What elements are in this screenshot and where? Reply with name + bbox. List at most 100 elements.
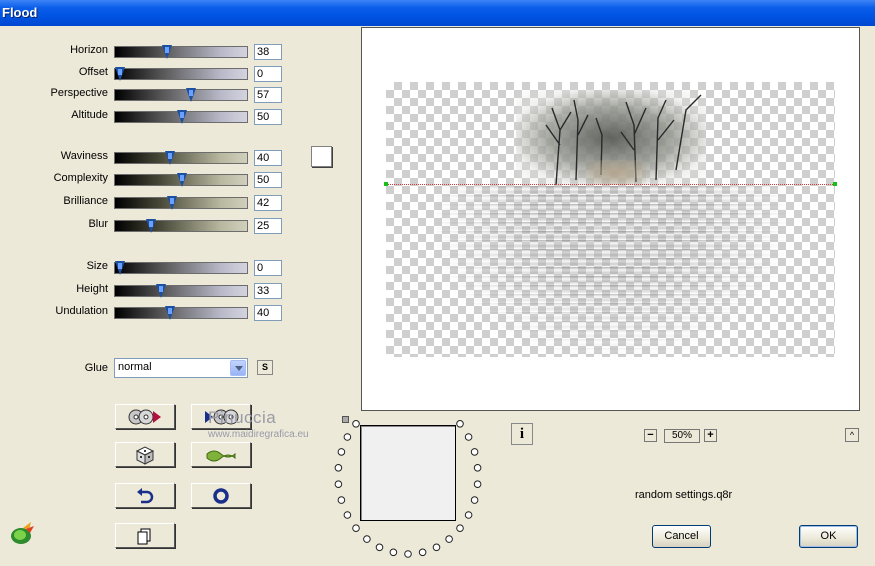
horizon-marker-right[interactable]	[833, 182, 837, 186]
disc-arrow-icon	[128, 409, 161, 424]
blur-value-input[interactable]: 25	[254, 218, 282, 234]
chevron-down-icon[interactable]	[230, 360, 246, 376]
complexity-label: Complexity	[53, 172, 108, 184]
size-slider-thumb[interactable]	[115, 261, 125, 275]
preset-dot[interactable]	[334, 480, 343, 489]
altitude-slider[interactable]	[114, 110, 248, 124]
complexity-value-input[interactable]: 50	[254, 172, 282, 188]
undulation-slider-thumb[interactable]	[165, 306, 175, 320]
complexity-slider-thumb[interactable]	[177, 173, 187, 187]
undulation-value-input[interactable]: 40	[254, 305, 282, 321]
altitude-slider-thumb[interactable]	[177, 110, 187, 124]
waviness-color-swatch[interactable]	[311, 146, 332, 167]
watermark-site: www.maidiregrafica.eu	[208, 429, 309, 440]
preset-dot[interactable]	[456, 420, 464, 428]
glue-select[interactable]: normal	[114, 358, 248, 378]
height-slider[interactable]	[114, 284, 248, 298]
perspective-value-input[interactable]: 57	[254, 87, 282, 103]
collapse-button[interactable]: ^	[845, 428, 859, 442]
blur-label: Blur	[88, 218, 108, 230]
preset-dot[interactable]	[432, 543, 441, 552]
preset-dot[interactable]	[343, 433, 352, 441]
brilliance-slider[interactable]	[114, 196, 248, 210]
size-label: Size	[86, 260, 108, 272]
preset-filename: random settings.q8r	[635, 489, 733, 501]
preset-dot[interactable]	[470, 496, 479, 504]
preset-dot[interactable]	[375, 543, 384, 552]
size-slider[interactable]	[114, 261, 248, 275]
water-reflection	[436, 186, 786, 356]
preset-dot[interactable]	[473, 464, 482, 472]
preset-dot[interactable]	[363, 535, 371, 543]
waviness-value-input[interactable]: 40	[254, 150, 282, 166]
horizon-label: Horizon	[70, 44, 108, 56]
ring-icon	[213, 487, 229, 504]
preset-dot[interactable]	[334, 464, 343, 472]
selector-handle[interactable]	[342, 416, 349, 423]
brilliance-slider-thumb[interactable]	[167, 196, 177, 210]
title-bar[interactable]: Flood	[0, 0, 875, 26]
wave-preset-button[interactable]	[191, 442, 251, 467]
preview-image	[384, 82, 837, 357]
preset-dot[interactable]	[337, 496, 346, 504]
horizon-slider[interactable]	[114, 45, 248, 59]
watermark-name: Pinuccia	[208, 408, 277, 427]
offset-label: Offset	[78, 66, 108, 78]
preset-dot[interactable]	[418, 548, 427, 557]
undulation-label: Undulation	[55, 305, 108, 317]
copy-button[interactable]	[115, 523, 175, 548]
copy-icon	[137, 528, 151, 544]
undulation-slider[interactable]	[114, 306, 248, 320]
offset-slider-thumb[interactable]	[115, 67, 125, 81]
randomize-button[interactable]	[115, 442, 175, 467]
height-slider-thumb[interactable]	[156, 284, 166, 298]
preset-preview-swatch[interactable]	[360, 425, 456, 521]
forest-road	[586, 160, 646, 185]
brilliance-value-input[interactable]: 42	[254, 195, 282, 211]
horizon-value-input[interactable]: 38	[254, 44, 282, 60]
preset-dot[interactable]	[343, 511, 352, 519]
cancel-button[interactable]: Cancel	[652, 525, 711, 548]
waviness-slider-thumb[interactable]	[165, 151, 175, 165]
offset-value-input[interactable]: 0	[254, 66, 282, 82]
blur-slider[interactable]	[114, 219, 248, 233]
preset-dot[interactable]	[389, 548, 398, 557]
zoom-in-button[interactable]: +	[704, 429, 717, 442]
preset-dot[interactable]	[352, 524, 360, 533]
preset-dot[interactable]	[464, 511, 473, 519]
perspective-label: Perspective	[50, 87, 108, 99]
load-preset-button[interactable]	[115, 404, 175, 429]
window-title: Flood	[2, 5, 38, 20]
perspective-slider[interactable]	[114, 88, 248, 102]
height-value-input[interactable]: 33	[254, 283, 282, 299]
glue-s-button[interactable]: S	[257, 360, 273, 375]
preset-dot[interactable]	[464, 433, 473, 441]
info-button[interactable]: i	[511, 423, 533, 445]
preset-dot[interactable]	[352, 420, 360, 428]
zoom-out-button[interactable]: −	[644, 429, 657, 442]
altitude-label: Altitude	[71, 109, 108, 121]
offset-slider[interactable]	[114, 67, 248, 81]
preset-dot[interactable]	[473, 480, 482, 489]
horizon-slider-thumb[interactable]	[162, 45, 172, 59]
ok-button[interactable]: OK	[799, 525, 858, 548]
preset-dot[interactable]	[470, 448, 479, 456]
forest-image	[516, 90, 706, 185]
wave-icon	[206, 450, 236, 461]
perspective-slider-thumb[interactable]	[186, 88, 196, 102]
preset-dot[interactable]	[337, 448, 346, 456]
dice-icon	[135, 445, 155, 465]
altitude-value-input[interactable]: 50	[254, 109, 282, 125]
blur-slider-thumb[interactable]	[146, 219, 156, 233]
complexity-slider[interactable]	[114, 173, 248, 187]
preview-panel[interactable]	[361, 27, 860, 411]
size-value-input[interactable]: 0	[254, 260, 282, 276]
horizon-marker-left[interactable]	[384, 182, 388, 186]
waviness-slider[interactable]	[114, 151, 248, 165]
preset-dot[interactable]	[456, 524, 464, 533]
preset-dot[interactable]	[445, 535, 453, 543]
undo-button[interactable]	[115, 483, 175, 508]
preset-dot[interactable]	[404, 550, 412, 558]
glue-label: Glue	[84, 362, 108, 374]
reset-button[interactable]	[191, 483, 251, 508]
